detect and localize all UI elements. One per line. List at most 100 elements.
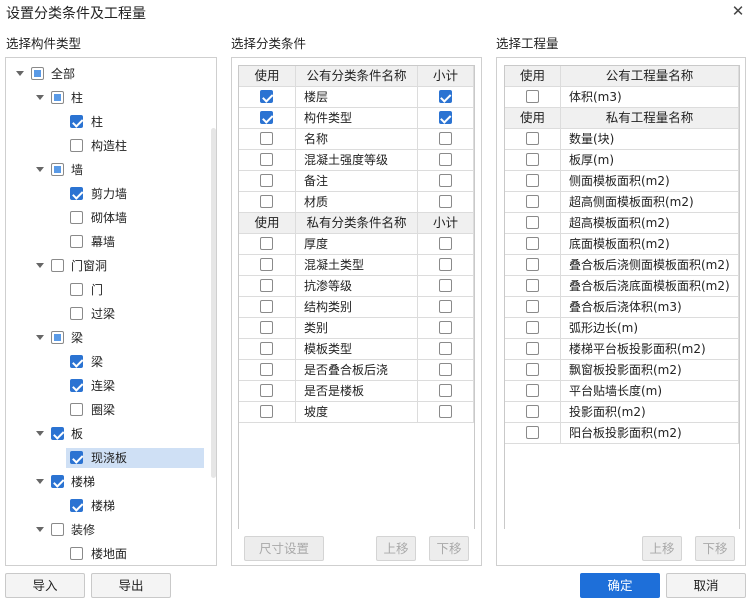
tree-item-checkbox[interactable]: [70, 451, 83, 464]
use-checkbox[interactable]: [525, 153, 539, 166]
use-checkbox[interactable]: [525, 258, 539, 271]
subtotal-checkbox[interactable]: [438, 384, 452, 397]
subtotal-checkbox[interactable]: [438, 363, 452, 376]
use-checkbox[interactable]: [525, 90, 539, 103]
tree-item-checkbox[interactable]: [70, 307, 83, 320]
subtotal-checkbox[interactable]: [438, 132, 452, 145]
table-row[interactable]: 数量(块): [505, 129, 739, 150]
tree-scrollbar[interactable]: [211, 128, 216, 478]
tree-item[interactable]: 剪力墙: [6, 183, 206, 205]
use-checkbox[interactable]: [525, 195, 539, 208]
size-settings-button[interactable]: 尺寸设置: [244, 536, 324, 561]
conditions-move-up-button[interactable]: 上移: [376, 536, 416, 561]
table-row[interactable]: 超高侧面模板面积(m2): [505, 192, 739, 213]
use-checkbox[interactable]: [260, 363, 273, 376]
table-row[interactable]: 名称: [239, 129, 474, 150]
use-checkbox[interactable]: [260, 258, 273, 271]
tree-item-checkbox[interactable]: [70, 403, 83, 416]
tree-item[interactable]: 楼梯: [6, 471, 206, 493]
table-row[interactable]: 飘窗板投影面积(m2): [505, 360, 739, 381]
tree-item[interactable]: 板: [6, 423, 206, 445]
import-button[interactable]: 导入: [5, 573, 85, 598]
subtotal-checkbox[interactable]: [438, 90, 452, 103]
use-checkbox[interactable]: [260, 237, 273, 250]
table-row[interactable]: 楼梯平台板投影面积(m2): [505, 339, 739, 360]
use-checkbox[interactable]: [260, 342, 273, 355]
export-button[interactable]: 导出: [91, 573, 171, 598]
tree-item[interactable]: 过梁: [6, 303, 206, 325]
tree-item[interactable]: 连梁: [6, 375, 206, 397]
conditions-move-down-button[interactable]: 下移: [429, 536, 469, 561]
use-checkbox[interactable]: [260, 174, 273, 187]
tree-item[interactable]: 墙: [6, 159, 206, 181]
tree-item-checkbox[interactable]: [51, 163, 64, 176]
tree-item[interactable]: 砌体墙: [6, 207, 206, 229]
close-icon[interactable]: ✕: [729, 2, 747, 20]
expand-chevron-icon[interactable]: [36, 527, 44, 532]
tree-item[interactable]: 楼梯: [6, 495, 206, 517]
quantities-move-up-button[interactable]: 上移: [642, 536, 682, 561]
ok-button[interactable]: 确定: [580, 573, 660, 598]
use-checkbox[interactable]: [260, 132, 273, 145]
table-row[interactable]: 材质: [239, 192, 474, 213]
use-checkbox[interactable]: [525, 216, 539, 229]
use-checkbox[interactable]: [260, 300, 273, 313]
table-row[interactable]: 模板类型: [239, 339, 474, 360]
subtotal-checkbox[interactable]: [438, 258, 452, 271]
tree-item[interactable]: 柱: [6, 87, 206, 109]
tree-item-checkbox[interactable]: [51, 259, 64, 272]
use-checkbox[interactable]: [260, 321, 273, 334]
tree-item[interactable]: 装修: [6, 519, 206, 541]
tree-item-checkbox[interactable]: [70, 379, 83, 392]
table-row[interactable]: 弧形边长(m): [505, 318, 739, 339]
table-row[interactable]: 混凝土强度等级: [239, 150, 474, 171]
table-row[interactable]: 类别: [239, 318, 474, 339]
table-row[interactable]: 结构类别: [239, 297, 474, 318]
table-row[interactable]: 楼层: [239, 87, 474, 108]
table-row[interactable]: 备注: [239, 171, 474, 192]
tree-item[interactable]: 楼地面: [6, 543, 206, 565]
table-row[interactable]: 底面模板面积(m2): [505, 234, 739, 255]
expand-chevron-icon[interactable]: [36, 479, 44, 484]
tree-item[interactable]: 全部: [6, 63, 206, 85]
use-checkbox[interactable]: [260, 195, 273, 208]
tree-item[interactable]: 现浇板: [6, 447, 206, 469]
table-row[interactable]: 阳台板投影面积(m2): [505, 423, 739, 444]
tree-item-checkbox[interactable]: [70, 547, 83, 560]
quantities-move-down-button[interactable]: 下移: [695, 536, 735, 561]
tree-item[interactable]: 门窗洞: [6, 255, 206, 277]
expand-chevron-icon[interactable]: [36, 335, 44, 340]
subtotal-checkbox[interactable]: [438, 279, 452, 292]
use-checkbox[interactable]: [260, 90, 273, 103]
table-row[interactable]: 抗渗等级: [239, 276, 474, 297]
use-checkbox[interactable]: [525, 405, 539, 418]
use-checkbox[interactable]: [260, 279, 273, 292]
table-row[interactable]: 是否叠合板后浇: [239, 360, 474, 381]
tree-item-checkbox[interactable]: [70, 115, 83, 128]
table-row[interactable]: 板厚(m): [505, 150, 739, 171]
tree-item[interactable]: 梁: [6, 351, 206, 373]
expand-chevron-icon[interactable]: [36, 95, 44, 100]
tree-item-checkbox[interactable]: [70, 499, 83, 512]
subtotal-checkbox[interactable]: [438, 321, 452, 334]
use-checkbox[interactable]: [525, 237, 539, 250]
expand-chevron-icon[interactable]: [36, 167, 44, 172]
tree-item-checkbox[interactable]: [51, 427, 64, 440]
subtotal-checkbox[interactable]: [438, 195, 452, 208]
tree-item[interactable]: 门: [6, 279, 206, 301]
tree-item[interactable]: 梁: [6, 327, 206, 349]
subtotal-checkbox[interactable]: [438, 237, 452, 250]
table-row[interactable]: 混凝土类型: [239, 255, 474, 276]
tree-item-checkbox[interactable]: [51, 523, 64, 536]
subtotal-checkbox[interactable]: [438, 174, 452, 187]
subtotal-checkbox[interactable]: [438, 300, 452, 313]
tree-item[interactable]: 圈梁: [6, 399, 206, 421]
table-row[interactable]: 体积(m3): [505, 87, 739, 108]
use-checkbox[interactable]: [525, 342, 539, 355]
table-row[interactable]: 构件类型: [239, 108, 474, 129]
subtotal-checkbox[interactable]: [438, 342, 452, 355]
tree-item[interactable]: 幕墙: [6, 231, 206, 253]
table-row[interactable]: 平台贴墙长度(m): [505, 381, 739, 402]
table-row[interactable]: 坡度: [239, 402, 474, 423]
use-checkbox[interactable]: [260, 153, 273, 166]
